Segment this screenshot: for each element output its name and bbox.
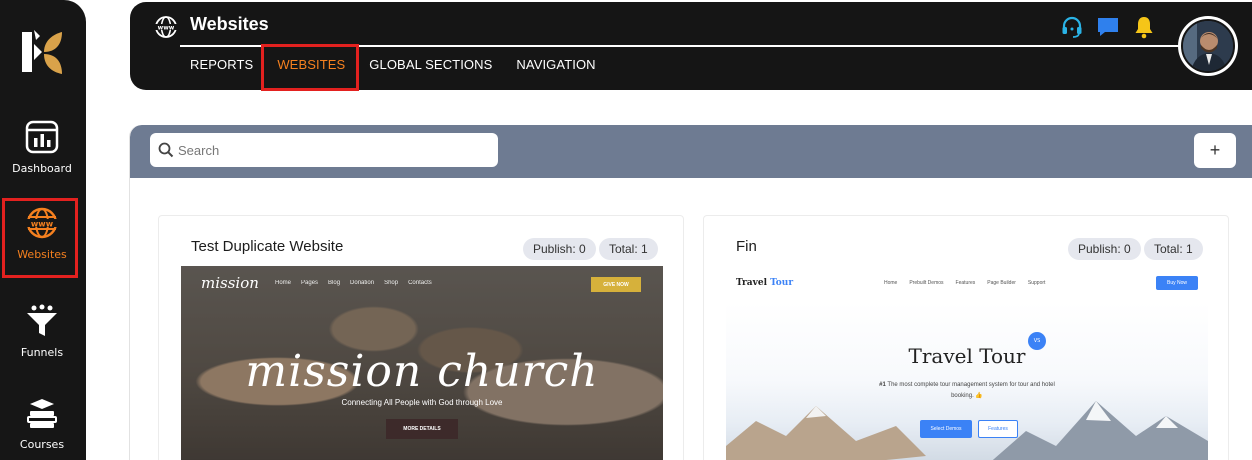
website-card[interactable]: Fin Publish: 0 Total: 1 Travel Tour Home… [703, 215, 1229, 460]
preview-nav-item: Prebuilt Demos [909, 280, 944, 286]
svg-text:www: www [158, 24, 175, 31]
top-header: www Websites REPORTS WEBSITES GLOBAL SEC… [130, 2, 1252, 91]
sidebar-item-label: Courses [19, 438, 65, 451]
website-preview[interactable]: Travel Tour Home Prebuilt Demos Features… [726, 266, 1208, 460]
preview-nav-item: Donation [350, 280, 375, 286]
preview-nav-item: Pages [301, 280, 319, 286]
sidebar-item-label: Dashboard [12, 162, 72, 175]
websites-panel: + Test Duplicate Website Publish: 0 Tota… [129, 125, 1252, 460]
preview-nav-item: Support [1027, 280, 1046, 286]
preview-logo: Travel Tour [736, 278, 793, 288]
chat-icon[interactable] [1096, 15, 1120, 39]
website-title: Fin [736, 238, 757, 255]
preview-desc-prefix: #1 [879, 382, 886, 388]
active-highlight [2, 198, 78, 278]
search-input[interactable] [178, 142, 478, 158]
preview-hero-title: Travel Tour [908, 344, 1026, 368]
preview-hero-title: mission church [245, 346, 599, 397]
brand-logo-icon [22, 30, 62, 74]
website-title: Test Duplicate Website [191, 238, 344, 255]
headset-icon[interactable] [1060, 15, 1084, 39]
preview-features-button: Features [978, 420, 1018, 438]
sidebar-item-websites[interactable]: www Websites [0, 198, 84, 278]
search-box[interactable] [150, 133, 498, 167]
add-website-button[interactable]: + [1194, 133, 1236, 168]
preview-logo-text: Travel [736, 278, 767, 288]
tab-websites[interactable]: WEBSITES [261, 44, 360, 91]
tab-reports[interactable]: REPORTS [190, 54, 253, 78]
preview-nav: Home Prebuilt Demos Features Page Builde… [884, 280, 1045, 286]
website-preview[interactable]: mission Home Pages Blog Donation Shop Co… [181, 266, 663, 460]
preview-nav: Home Pages Blog Donation Shop Contacts [275, 280, 432, 286]
search-icon [158, 142, 174, 158]
preview-desc-text: The most complete tour management system… [887, 382, 1055, 400]
total-count-badge: Total: 1 [599, 238, 658, 260]
user-portrait-icon [1183, 21, 1233, 71]
avatar[interactable] [1178, 16, 1238, 76]
preview-nav-item: Blog [328, 280, 341, 286]
publish-count-badge: Publish: 0 [1068, 238, 1141, 260]
tab-global-sections[interactable]: GLOBAL SECTIONS [369, 54, 492, 78]
globe-www-icon: www [155, 16, 177, 38]
preview-nav-item: Shop [384, 280, 399, 286]
website-card[interactable]: Test Duplicate Website Publish: 0 Total:… [158, 215, 684, 460]
preview-select-demos-button: Select Demos [920, 420, 972, 438]
preview-description: #1 The most complete tour management sys… [876, 380, 1058, 403]
header-tabs: REPORTS WEBSITES GLOBAL SECTIONS NAVIGAT… [190, 44, 620, 91]
bell-icon[interactable] [1132, 15, 1156, 39]
preview-nav-bar: Travel Tour Home Prebuilt Demos Features… [726, 266, 1208, 302]
preview-give-button: GIVE NOW [591, 277, 641, 292]
preview-nav-item: Contacts [408, 280, 432, 286]
preview-more-button: MORE DETAILS [386, 419, 458, 439]
sidebar-item-courses[interactable]: Courses [0, 388, 84, 460]
dashboard-icon [25, 120, 59, 154]
preview-subtitle: Connecting All People with God through L… [341, 398, 503, 407]
preview-nav-item: Home [275, 280, 292, 286]
preview-logo-accent: Tour [770, 278, 794, 288]
sidebar-item-funnels[interactable]: Funnels [0, 296, 84, 376]
preview-nav-item: Page Builder [987, 280, 1016, 286]
sidebar: Dashboard www Websites Funnels Courses [0, 0, 86, 460]
preview-buy-button: Buy Now [1156, 276, 1198, 290]
tab-navigation[interactable]: NAVIGATION [516, 54, 595, 78]
books-icon [27, 399, 57, 428]
preview-logo: mission [201, 274, 259, 292]
sidebar-item-dashboard[interactable]: Dashboard [0, 112, 84, 192]
sidebar-item-label: Funnels [20, 346, 64, 359]
brand-logo[interactable] [18, 26, 66, 78]
page-title: Websites [190, 14, 269, 34]
preview-nav-item: Home [884, 280, 898, 286]
publish-count-badge: Publish: 0 [523, 238, 596, 260]
toolbar: + [130, 125, 1252, 178]
avatar-photo [1181, 19, 1235, 73]
funnel-icon [27, 304, 57, 336]
preview-nav-item: Features [955, 280, 976, 286]
total-count-badge: Total: 1 [1144, 238, 1203, 260]
